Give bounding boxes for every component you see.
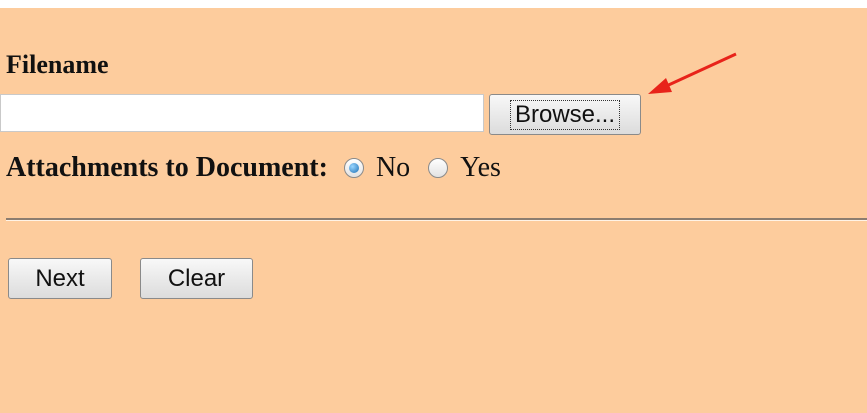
- horizontal-divider: [6, 218, 867, 221]
- attachments-label: Attachments to Document:: [6, 152, 328, 183]
- radio-no-label[interactable]: No: [376, 152, 410, 184]
- radio-yes[interactable]: [428, 158, 449, 178]
- radio-no-dot: [348, 163, 359, 173]
- attachments-row: Attachments to Document: No Yes: [6, 148, 519, 188]
- filename-label: Filename: [6, 50, 109, 79]
- form-panel: Filename Browse... Attachments to Docume…: [0, 8, 867, 413]
- radio-no[interactable]: [343, 158, 364, 178]
- browse-button-label: Browse...: [509, 99, 621, 130]
- clear-button[interactable]: Clear: [140, 258, 253, 299]
- red-arrow-icon: [648, 52, 737, 94]
- radio-yes-label[interactable]: Yes: [460, 152, 501, 184]
- next-button[interactable]: Next: [8, 258, 112, 299]
- filename-input[interactable]: [0, 94, 484, 132]
- browse-button[interactable]: Browse...: [489, 94, 641, 135]
